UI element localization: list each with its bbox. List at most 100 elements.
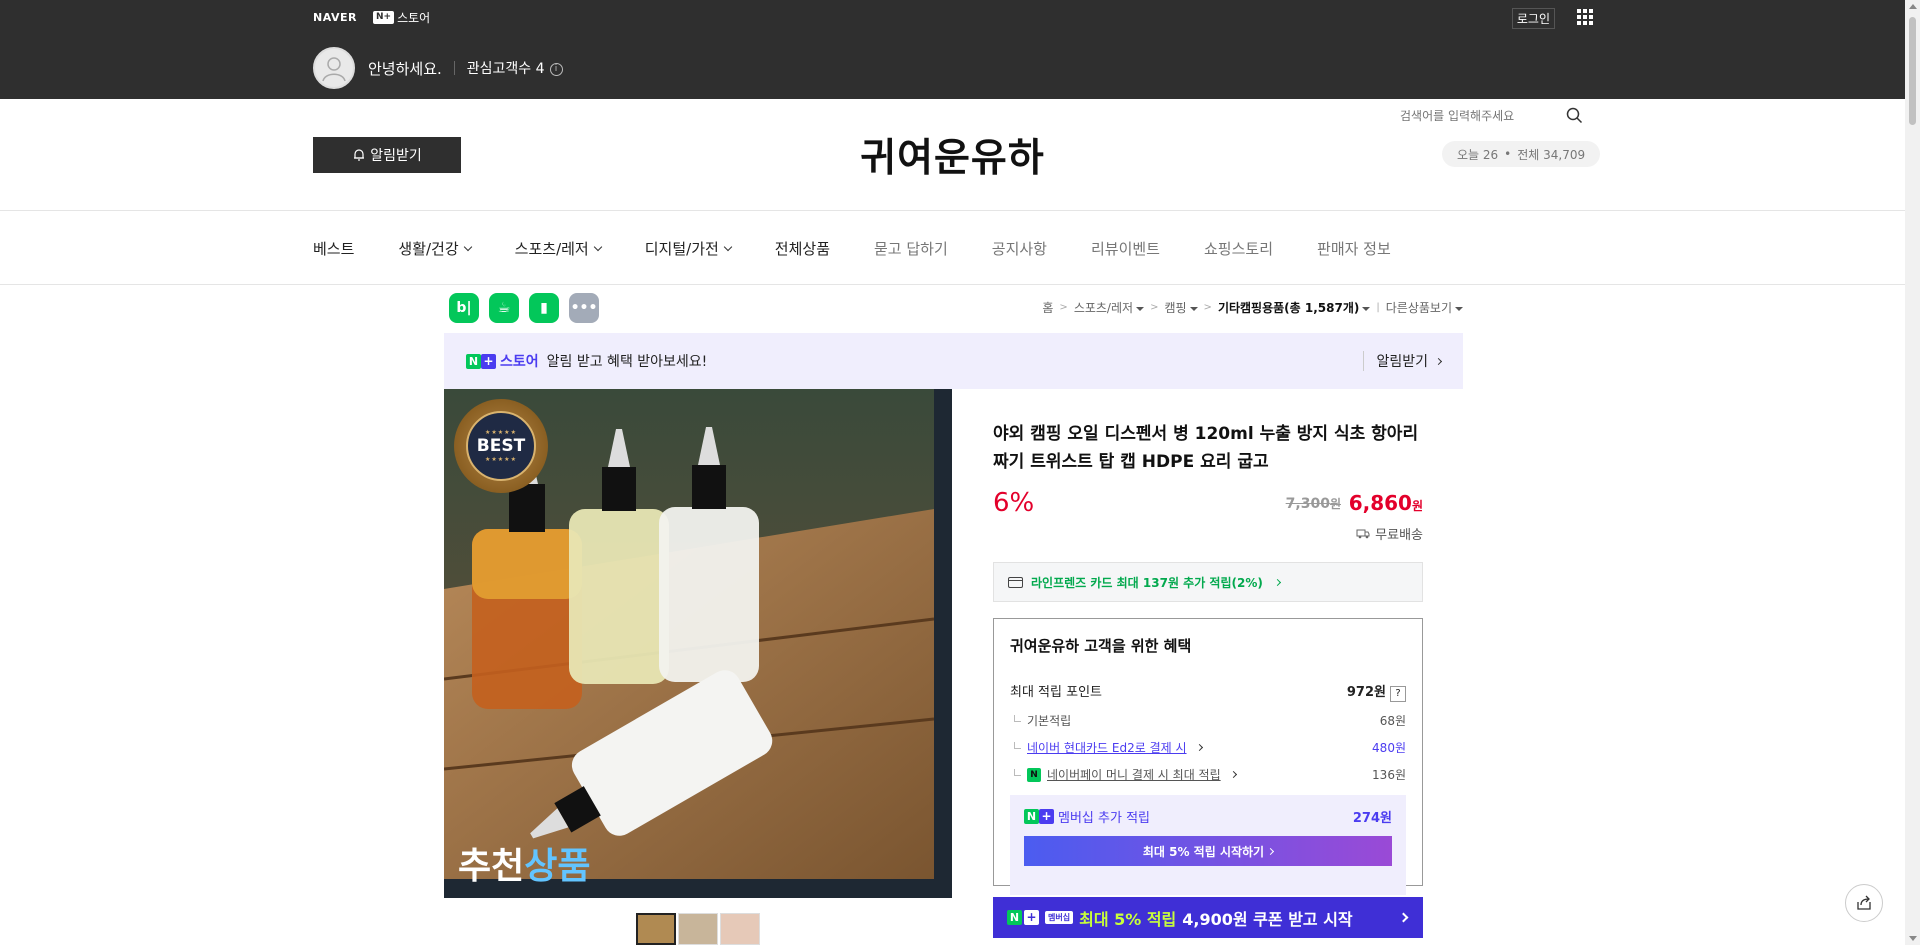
membership-box: N + 멤버십 추가 적립 274원 최대 5% 적립 시작하기 [1010,795,1406,895]
truck-icon [1356,529,1370,539]
category-nav-list: 베스트 생활/건강 스포츠/레저 디지털/가전 전체상품 묻고 답하기 공지사항 리뷰이벤트 쇼… [313,211,1435,285]
caret-down-icon [1136,306,1145,311]
naver-n-icon: N [1024,809,1039,824]
original-price: 7,300원 [1286,495,1341,512]
breadcrumb-separator: > [1150,302,1159,313]
max-points-row: 최대 적립 포인트 972원? [1010,681,1406,702]
npay-points-label: N 네이버페이 머니 결제 시 최대 적립 [1014,766,1237,783]
other-products-button[interactable]: 다른상품보기 [1386,299,1463,316]
won-unit: 원 [1411,499,1423,513]
breadcrumb-cat-camping[interactable]: 캠핑 [1164,299,1198,316]
thumbnail-2[interactable] [678,913,718,945]
nav-item-label: 생활/건강 [398,239,459,258]
plus-icon: + [1039,809,1054,824]
nav-item-9[interactable]: 판매자 정보 [1317,238,1391,259]
scroll-thumb[interactable] [1909,17,1916,125]
breadcrumb-cat-other-camping[interactable]: 기타캠핑용품(총 1,587개) [1217,299,1371,316]
membership-value: 274원 [1352,811,1392,826]
nplus-badge: N+ [372,10,395,24]
chevron-right-icon [1398,912,1409,923]
nplus-store-logo: N + 스토어 [466,351,539,371]
nav-item-5[interactable]: 묻고 답하기 [874,238,948,259]
apps-grid-icon[interactable] [1577,9,1593,25]
nav-item-3[interactable]: 디지털/가전 [644,238,733,259]
interested-customers: 관심고객수 4 i [467,58,563,78]
breadcrumb-home[interactable]: 홈 [1042,299,1053,316]
login-button[interactable]: 로그인 [1511,8,1555,29]
greeting-text: 안녕하세요. [368,59,442,78]
page-scrollbar[interactable] [1905,0,1920,945]
store-title[interactable]: 귀여운유하 [0,127,1905,183]
banner-notify-link[interactable]: 알림받기 [1363,351,1443,371]
credit-card-icon [1008,576,1023,588]
nav-item-label: 묻고 답하기 [874,239,948,258]
thumbnail-1[interactable] [636,913,676,945]
best-badge-inner: ★★★★★ BEST ★★★★★ [466,411,536,481]
chevron-right-icon [1273,578,1281,586]
nav-item-2[interactable]: 스포츠/레저 [514,238,602,259]
card-points-row: 네이버 현대카드 Ed2로 결제 시 480원 [1010,739,1406,756]
nav-item-label: 쇼핑스토리 [1204,239,1274,258]
nav-item-label: 판매자 정보 [1317,239,1391,258]
notification-banner: N + 스토어 알림 받고 혜택 받아보세요! 알림받기 [444,333,1463,389]
chevron-right-icon [1434,357,1443,365]
nav-item-label: 디지털/가전 [644,239,719,258]
recommended-white: 추천 [458,846,525,887]
card-points-label: 네이버 현대카드 Ed2로 결제 시 [1014,739,1203,756]
benefit-title: 귀여운유하 고객을 위한 혜택 [1010,637,1192,655]
nplus-store-logo[interactable]: N+ 스토어 [372,9,431,26]
breadcrumb-cat-other-label: 기타캠핑용품(총 1,587개) [1217,301,1360,315]
best-stars: ★★★★★ [485,429,517,436]
thumbnail-3[interactable] [720,913,760,945]
basic-points-value: 68원 [1379,714,1406,728]
membership-label: 멤버십 추가 적립 [1058,811,1150,826]
max-points-label: 최대 적립 포인트 [1010,685,1102,700]
more-icon[interactable]: ••• [569,293,599,323]
breadcrumb-separator: > [1059,302,1068,313]
chevron-right-icon [1195,743,1203,752]
other-products-label: 다른상품보기 [1385,301,1452,315]
info-icon[interactable]: i [549,62,563,76]
nav-item-7[interactable]: 리뷰이벤트 [1091,238,1160,259]
card-offer[interactable]: 라인프렌즈 카드 최대 137원 추가 적립(2%) [993,562,1423,602]
start-membership-button[interactable]: 최대 5% 적립 시작하기 [1024,836,1392,866]
breadcrumb: 홈 > 스포츠/레저 > 캠핑 > 기타캠핑용품(총 1,587개) | 다른상… [1042,299,1463,316]
npay-money-link[interactable]: 네이버페이 머니 결제 시 최대 적립 [1047,766,1221,783]
bookmark-icon[interactable]: ▮ [529,293,559,323]
help-icon[interactable]: ? [1390,686,1406,702]
scroll-down-arrow-icon[interactable] [1909,936,1917,941]
store-logo-text: 스토어 [397,10,431,25]
breadcrumb-cat-camping-label: 캠핑 [1164,301,1187,315]
promo-highlight: 최대 5% 적립 [1079,909,1177,929]
original-price-value: 7,300 [1285,496,1330,512]
caret-down-icon [1455,306,1463,311]
cafe-icon[interactable]: ☕ [489,293,519,323]
visitor-dot: • [1504,147,1512,161]
avatar[interactable] [313,47,355,89]
product-title: 야외 캠핑 오일 디스펜서 병 120ml 누출 방지 식초 항아리 짜기 트위… [993,424,1419,472]
scroll-up-arrow-icon[interactable] [1909,4,1917,9]
breadcrumb-cat-sports[interactable]: 스포츠/레저 [1074,299,1145,316]
total-visitors: 전체 34,709 [1517,147,1586,162]
nav-item-label: 스포츠/레저 [514,239,589,258]
floating-share-button[interactable] [1845,884,1883,922]
basic-points-row: 기본적립 68원 [1010,712,1406,729]
share-icon [1857,895,1871,910]
membership-promo-banner[interactable]: N + 멤버십 최대 5% 적립 4,900원 쿠폰 받고 시작 [993,897,1423,938]
breadcrumb-bar: | [1376,302,1380,313]
hyundai-card-link[interactable]: 네이버 현대카드 Ed2로 결제 시 [1027,739,1187,756]
price-row: 6% 7,300원 6,860원 [993,488,1423,518]
blog-icon[interactable]: b| [449,293,479,323]
product-main-image[interactable]: ★★★★★ BEST ★★★★★ 추천상품 [444,389,952,898]
nav-item-4[interactable]: 전체상품 [775,238,830,259]
membership-tag: 멤버십 [1045,911,1074,924]
nav-item-0[interactable]: 베스트 [313,238,354,259]
nav-item-8[interactable]: 쇼핑스토리 [1204,238,1273,259]
nav-item-6[interactable]: 공지사항 [992,238,1047,259]
product-sub-header: b| ☕ ▮ ••• 홈 > 스포츠/레저 > 캠핑 > 기타캠핑용품(총 1,587… [449,293,1463,323]
membership-label-group: N + 멤버십 추가 적립 [1024,807,1150,826]
fans-count-text: 관심고객수 4 [466,61,545,77]
naver-logo[interactable]: NAVER [313,11,357,24]
npay-icon: N [1027,767,1041,782]
nav-item-1[interactable]: 생활/건강 [398,238,472,259]
